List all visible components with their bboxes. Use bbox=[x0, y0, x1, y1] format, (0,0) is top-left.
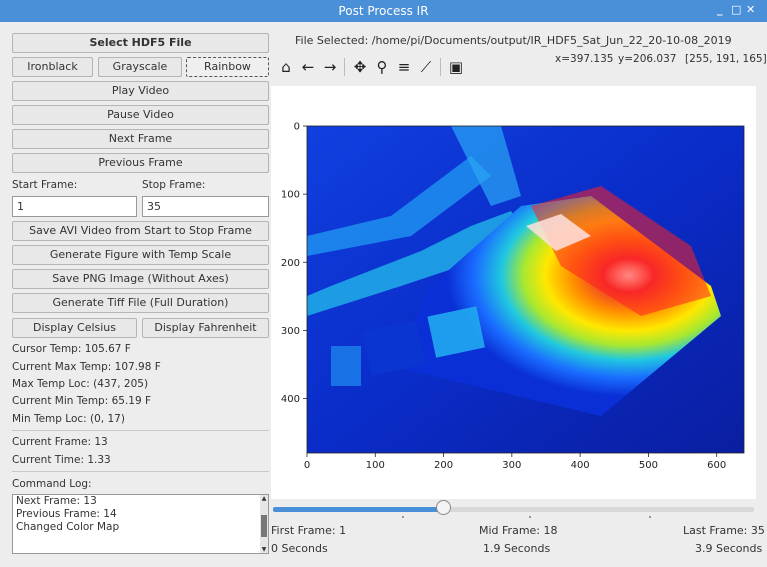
colormap-rainbow-button[interactable]: Rainbow bbox=[186, 57, 269, 77]
log-line: Next Frame: 13 bbox=[16, 495, 97, 507]
start-time-label: 0 Seconds bbox=[271, 542, 328, 555]
max-temp-loc-text: Max Temp Loc: (437, 205) bbox=[12, 378, 149, 390]
last-frame-label: Last Frame: 35 bbox=[683, 524, 765, 537]
y-tick-label: 400 bbox=[281, 394, 300, 405]
slider-tick bbox=[649, 516, 651, 518]
colormap-grayscale-button[interactable]: Grayscale bbox=[98, 57, 182, 77]
log-line: Previous Frame: 14 bbox=[16, 508, 117, 520]
mid-time-label: 1.9 Seconds bbox=[483, 542, 551, 555]
play-video-button[interactable]: Play Video bbox=[12, 81, 269, 101]
generate-figure-button[interactable]: Generate Figure with Temp Scale bbox=[12, 245, 269, 265]
maximize-icon[interactable]: □ bbox=[731, 3, 741, 16]
zoom-icon[interactable]: ⚲ bbox=[372, 56, 392, 78]
x-tick-label: 0 bbox=[304, 460, 310, 471]
pixel-rgb-readout: [255, 191, 165] bbox=[685, 53, 767, 65]
toolbar-separator bbox=[440, 58, 441, 76]
frame-slider-fill bbox=[273, 507, 443, 512]
minimize-icon[interactable]: _ bbox=[717, 3, 723, 16]
separator bbox=[12, 471, 269, 472]
save-png-button[interactable]: Save PNG Image (Without Axes) bbox=[12, 269, 269, 289]
display-fahrenheit-button[interactable]: Display Fahrenheit bbox=[142, 318, 269, 338]
first-frame-label: First Frame: 1 bbox=[271, 524, 347, 537]
x-tick-label: 400 bbox=[571, 460, 590, 471]
file-selected-text: File Selected: /home/pi/Documents/output… bbox=[295, 34, 732, 47]
slider-tick bbox=[529, 516, 531, 518]
forward-arrow-icon[interactable]: → bbox=[320, 56, 340, 78]
pan-icon[interactable]: ✥ bbox=[350, 56, 370, 78]
save-icon[interactable]: ▣ bbox=[446, 56, 466, 78]
y-tick-label: 100 bbox=[281, 190, 300, 201]
title-bar: Post Process IR _ □ ✕ bbox=[0, 0, 767, 22]
scroll-up-icon[interactable]: ▲ bbox=[260, 495, 268, 502]
cursor-y-readout: y=206.037 bbox=[618, 53, 677, 65]
log-scrollbar[interactable]: ▲ ▼ bbox=[260, 495, 268, 553]
y-tick-label: 200 bbox=[281, 258, 300, 269]
cursor-x-readout: x=397.135 bbox=[555, 53, 614, 65]
frame-slider-handle[interactable] bbox=[435, 500, 451, 515]
min-temp-loc-text: Min Temp Loc: (0, 17) bbox=[12, 413, 125, 425]
x-tick-label: 100 bbox=[366, 460, 385, 471]
x-tick-label: 200 bbox=[434, 460, 453, 471]
log-line: Changed Color Map bbox=[16, 521, 120, 533]
home-icon[interactable]: ⌂ bbox=[276, 56, 296, 78]
stop-frame-label: Stop Frame: bbox=[142, 179, 206, 191]
previous-frame-button[interactable]: Previous Frame bbox=[12, 153, 269, 173]
close-icon[interactable]: ✕ bbox=[746, 3, 755, 16]
y-tick-label: 0 bbox=[294, 122, 300, 133]
toolbar-separator bbox=[344, 58, 345, 76]
x-axis: 0 100 200 300 400 500 600 bbox=[304, 453, 726, 471]
colormap-ironblack-button[interactable]: Ironblack bbox=[12, 57, 93, 77]
frame-slider-track[interactable] bbox=[273, 507, 754, 512]
x-tick-label: 300 bbox=[502, 460, 521, 471]
end-time-label: 3.9 Seconds bbox=[695, 542, 763, 555]
next-frame-button[interactable]: Next Frame bbox=[12, 129, 269, 149]
max-temp-text: Current Max Temp: 107.98 F bbox=[12, 361, 161, 373]
separator bbox=[12, 430, 269, 431]
y-axis: 0 100 200 300 400 bbox=[281, 122, 307, 405]
scroll-down-icon[interactable]: ▼ bbox=[260, 546, 268, 553]
plot-area: 0 100 200 300 400 500 600 0 100 200 300 400 bbox=[271, 86, 756, 499]
generate-tiff-button[interactable]: Generate Tiff File (Full Duration) bbox=[12, 293, 269, 313]
command-log[interactable]: Next Frame: 13 Previous Frame: 14 Change… bbox=[12, 494, 269, 554]
configure-icon[interactable]: ≡ bbox=[394, 56, 414, 78]
current-frame-text: Current Frame: 13 bbox=[12, 436, 108, 448]
current-time-text: Current Time: 1.33 bbox=[12, 454, 111, 466]
slider-tick bbox=[402, 516, 404, 518]
window-title: Post Process IR bbox=[338, 4, 429, 18]
x-tick-label: 500 bbox=[639, 460, 658, 471]
start-frame-label: Start Frame: bbox=[12, 179, 78, 191]
y-tick-label: 300 bbox=[281, 326, 300, 337]
thermal-plot[interactable]: 0 100 200 300 400 500 600 0 100 200 300 400 bbox=[271, 86, 756, 499]
app-frame: Select HDF5 File Ironblack Grayscale Rai… bbox=[3, 22, 767, 564]
select-file-button[interactable]: Select HDF5 File bbox=[12, 33, 269, 53]
scrollbar-thumb[interactable] bbox=[261, 515, 267, 537]
thermal-image[interactable] bbox=[306, 125, 745, 454]
stop-frame-input[interactable]: 35 bbox=[142, 196, 269, 217]
cursor-temp-text: Cursor Temp: 105.67 F bbox=[12, 343, 131, 355]
back-arrow-icon[interactable]: ← bbox=[298, 56, 318, 78]
pause-video-button[interactable]: Pause Video bbox=[12, 105, 269, 125]
display-celsius-button[interactable]: Display Celsius bbox=[12, 318, 137, 338]
edit-axes-icon[interactable]: ⟋ bbox=[416, 56, 436, 78]
mid-frame-label: Mid Frame: 18 bbox=[479, 524, 558, 537]
x-tick-label: 600 bbox=[707, 460, 726, 471]
save-avi-button[interactable]: Save AVI Video from Start to Stop Frame bbox=[12, 221, 269, 241]
min-temp-text: Current Min Temp: 65.19 F bbox=[12, 395, 152, 407]
command-log-label: Command Log: bbox=[12, 478, 92, 490]
start-frame-input[interactable]: 1 bbox=[12, 196, 137, 217]
